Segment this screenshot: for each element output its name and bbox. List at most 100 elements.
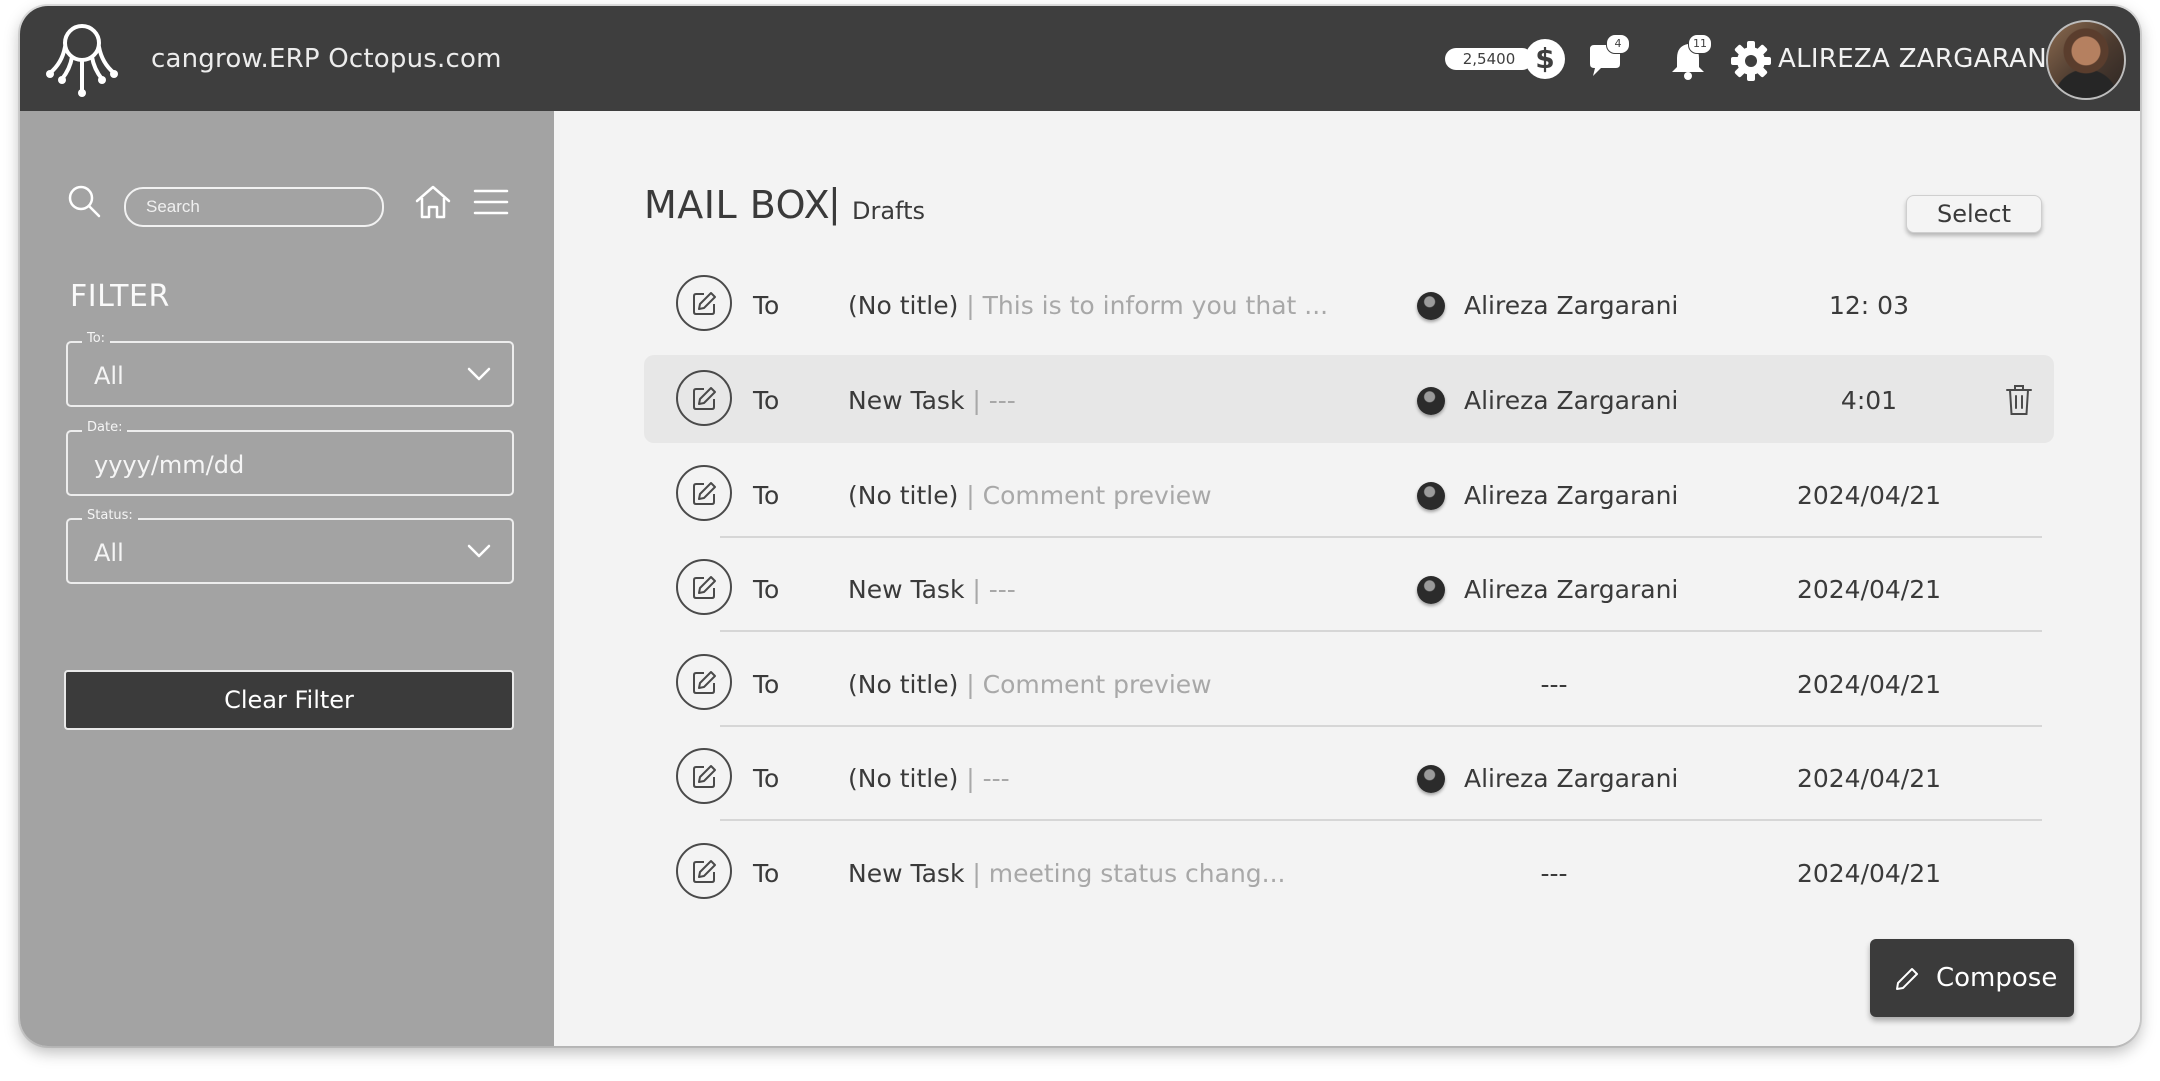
row-subject: (No title) | This is to inform you that … (848, 291, 1328, 320)
mail-row[interactable]: To (No title) | Comment preview Alireza … (644, 450, 2054, 538)
mail-row[interactable]: To New Task | meeting status chang... --… (644, 828, 2054, 916)
row-preview: | --- (958, 764, 1010, 793)
settings-button[interactable] (1730, 40, 1772, 82)
notifications-badge: 11 (1688, 34, 1712, 54)
edit-draft-button[interactable] (676, 559, 732, 615)
row-subject: (No title) | --- (848, 764, 1010, 793)
filter-status-select[interactable]: Status: All (66, 508, 514, 584)
row-sender: Alireza Zargarani (1464, 386, 1679, 415)
row-to-label: To (753, 386, 780, 415)
row-to-label: To (753, 481, 780, 510)
edit-draft-button[interactable] (676, 748, 732, 804)
edit-draft-button[interactable] (676, 843, 732, 899)
row-time: 12: 03 (1829, 291, 1909, 320)
edit-icon (693, 292, 716, 315)
filter-date-value: yyyy/mm/dd (94, 451, 245, 479)
filter-status-label: Status: (82, 508, 138, 523)
row-to-label: To (753, 291, 780, 320)
search-input[interactable] (124, 187, 384, 227)
row-sender: Alireza Zargarani (1464, 575, 1679, 604)
clear-filter-button[interactable]: Clear Filter (64, 670, 514, 730)
user-name[interactable]: ALIREZA ZARGARANI (1778, 44, 2055, 74)
row-sender: Alireza Zargarani (1464, 764, 1679, 793)
sender-avatar (1417, 292, 1445, 320)
edit-icon (693, 482, 716, 505)
filter-date-field[interactable]: Date: yyyy/mm/dd (66, 420, 514, 496)
home-icon[interactable] (413, 182, 453, 222)
user-avatar[interactable] (2046, 20, 2126, 100)
row-divider (720, 725, 2042, 727)
row-sender: Alireza Zargarani (1464, 481, 1679, 510)
edit-draft-button[interactable] (676, 370, 732, 426)
edit-draft-button[interactable] (676, 654, 732, 710)
gear-icon (1731, 41, 1771, 81)
filter-to-value: All (94, 362, 124, 390)
row-divider (720, 630, 2042, 632)
row-title: New Task (848, 386, 965, 415)
row-to-label: To (753, 670, 780, 699)
hamburger-menu-icon[interactable] (472, 185, 510, 219)
search-icon[interactable] (66, 183, 102, 219)
row-sender: Alireza Zargarani (1464, 291, 1679, 320)
filter-date-label: Date: (82, 420, 128, 435)
row-preview: | This is to inform you that ... (958, 291, 1329, 320)
row-time: 2024/04/21 (1796, 575, 1942, 604)
filter-to-label: To: (82, 331, 111, 346)
row-subject: New Task | meeting status chang... (848, 859, 1286, 888)
mail-row[interactable]: To (No title) | --- Alireza Zargarani 20… (644, 733, 2054, 821)
mail-row[interactable]: To New Task | --- Alireza Zargarani 2024… (644, 544, 2054, 632)
row-to-label: To (753, 764, 780, 793)
row-preview: | --- (964, 386, 1016, 415)
filter-status-value: All (94, 539, 124, 567)
row-time: 4:01 (1840, 386, 1898, 415)
balance-amount: 2,5400 (1445, 48, 1533, 70)
row-title: New Task (848, 859, 965, 888)
row-sender: --- (1540, 859, 1568, 888)
messages-badge: 4 (1606, 34, 1630, 54)
row-preview: | Comment preview (958, 670, 1212, 699)
select-button[interactable]: Select (1906, 195, 2042, 233)
row-preview: | Comment preview (958, 481, 1212, 510)
row-title: (No title) (848, 764, 959, 793)
row-sender: --- (1540, 670, 1568, 699)
edit-icon (693, 671, 716, 694)
sidebar: FILTER To: All Date: yyyy/mm/dd Status: … (20, 111, 554, 1046)
app-window: cangrow.ERP Octopus.com 2,5400 $ 4 11 AL… (20, 6, 2140, 1046)
row-title: New Task (848, 575, 965, 604)
folder-name: Drafts (852, 197, 925, 225)
chevron-down-icon (467, 544, 491, 558)
compose-button[interactable]: Compose (1870, 939, 2074, 1017)
row-subject: New Task | --- (848, 575, 1016, 604)
row-preview: | meeting status chang... (964, 859, 1286, 888)
edit-icon (693, 765, 716, 788)
title-separator: | (828, 181, 841, 225)
sender-avatar (1417, 576, 1445, 604)
edit-draft-button[interactable] (676, 275, 732, 331)
row-divider (720, 819, 2042, 821)
sender-avatar (1417, 482, 1445, 510)
top-bar: cangrow.ERP Octopus.com 2,5400 $ 4 11 AL… (20, 6, 2140, 111)
filter-title: FILTER (70, 279, 170, 314)
sender-avatar (1417, 765, 1445, 793)
row-subject: (No title) | Comment preview (848, 670, 1212, 699)
pencil-icon (1896, 968, 1918, 990)
row-subject: New Task | --- (848, 386, 1016, 415)
trash-icon[interactable] (2004, 383, 2034, 417)
row-to-label: To (753, 859, 780, 888)
edit-draft-button[interactable] (676, 465, 732, 521)
row-title: (No title) (848, 481, 959, 510)
row-title: (No title) (848, 670, 959, 699)
row-time: 2024/04/21 (1796, 764, 1942, 793)
mail-row-hovered[interactable]: To New Task | --- Alireza Zargarani 4:01 (644, 355, 2054, 443)
mail-row[interactable]: To (No title) | This is to inform you th… (644, 260, 2054, 348)
row-time: 2024/04/21 (1796, 670, 1942, 699)
mail-row[interactable]: To (No title) | Comment preview --- 2024… (644, 639, 2054, 727)
octopus-logo-icon[interactable] (40, 17, 124, 101)
edit-icon (693, 860, 716, 883)
messages-button[interactable]: 4 (1585, 34, 1630, 82)
row-preview: | --- (964, 575, 1016, 604)
notifications-button[interactable]: 11 (1667, 34, 1712, 82)
edit-icon (693, 387, 716, 410)
wallet-balance[interactable]: 2,5400 $ (1445, 39, 1585, 79)
filter-to-select[interactable]: To: All (66, 331, 514, 407)
